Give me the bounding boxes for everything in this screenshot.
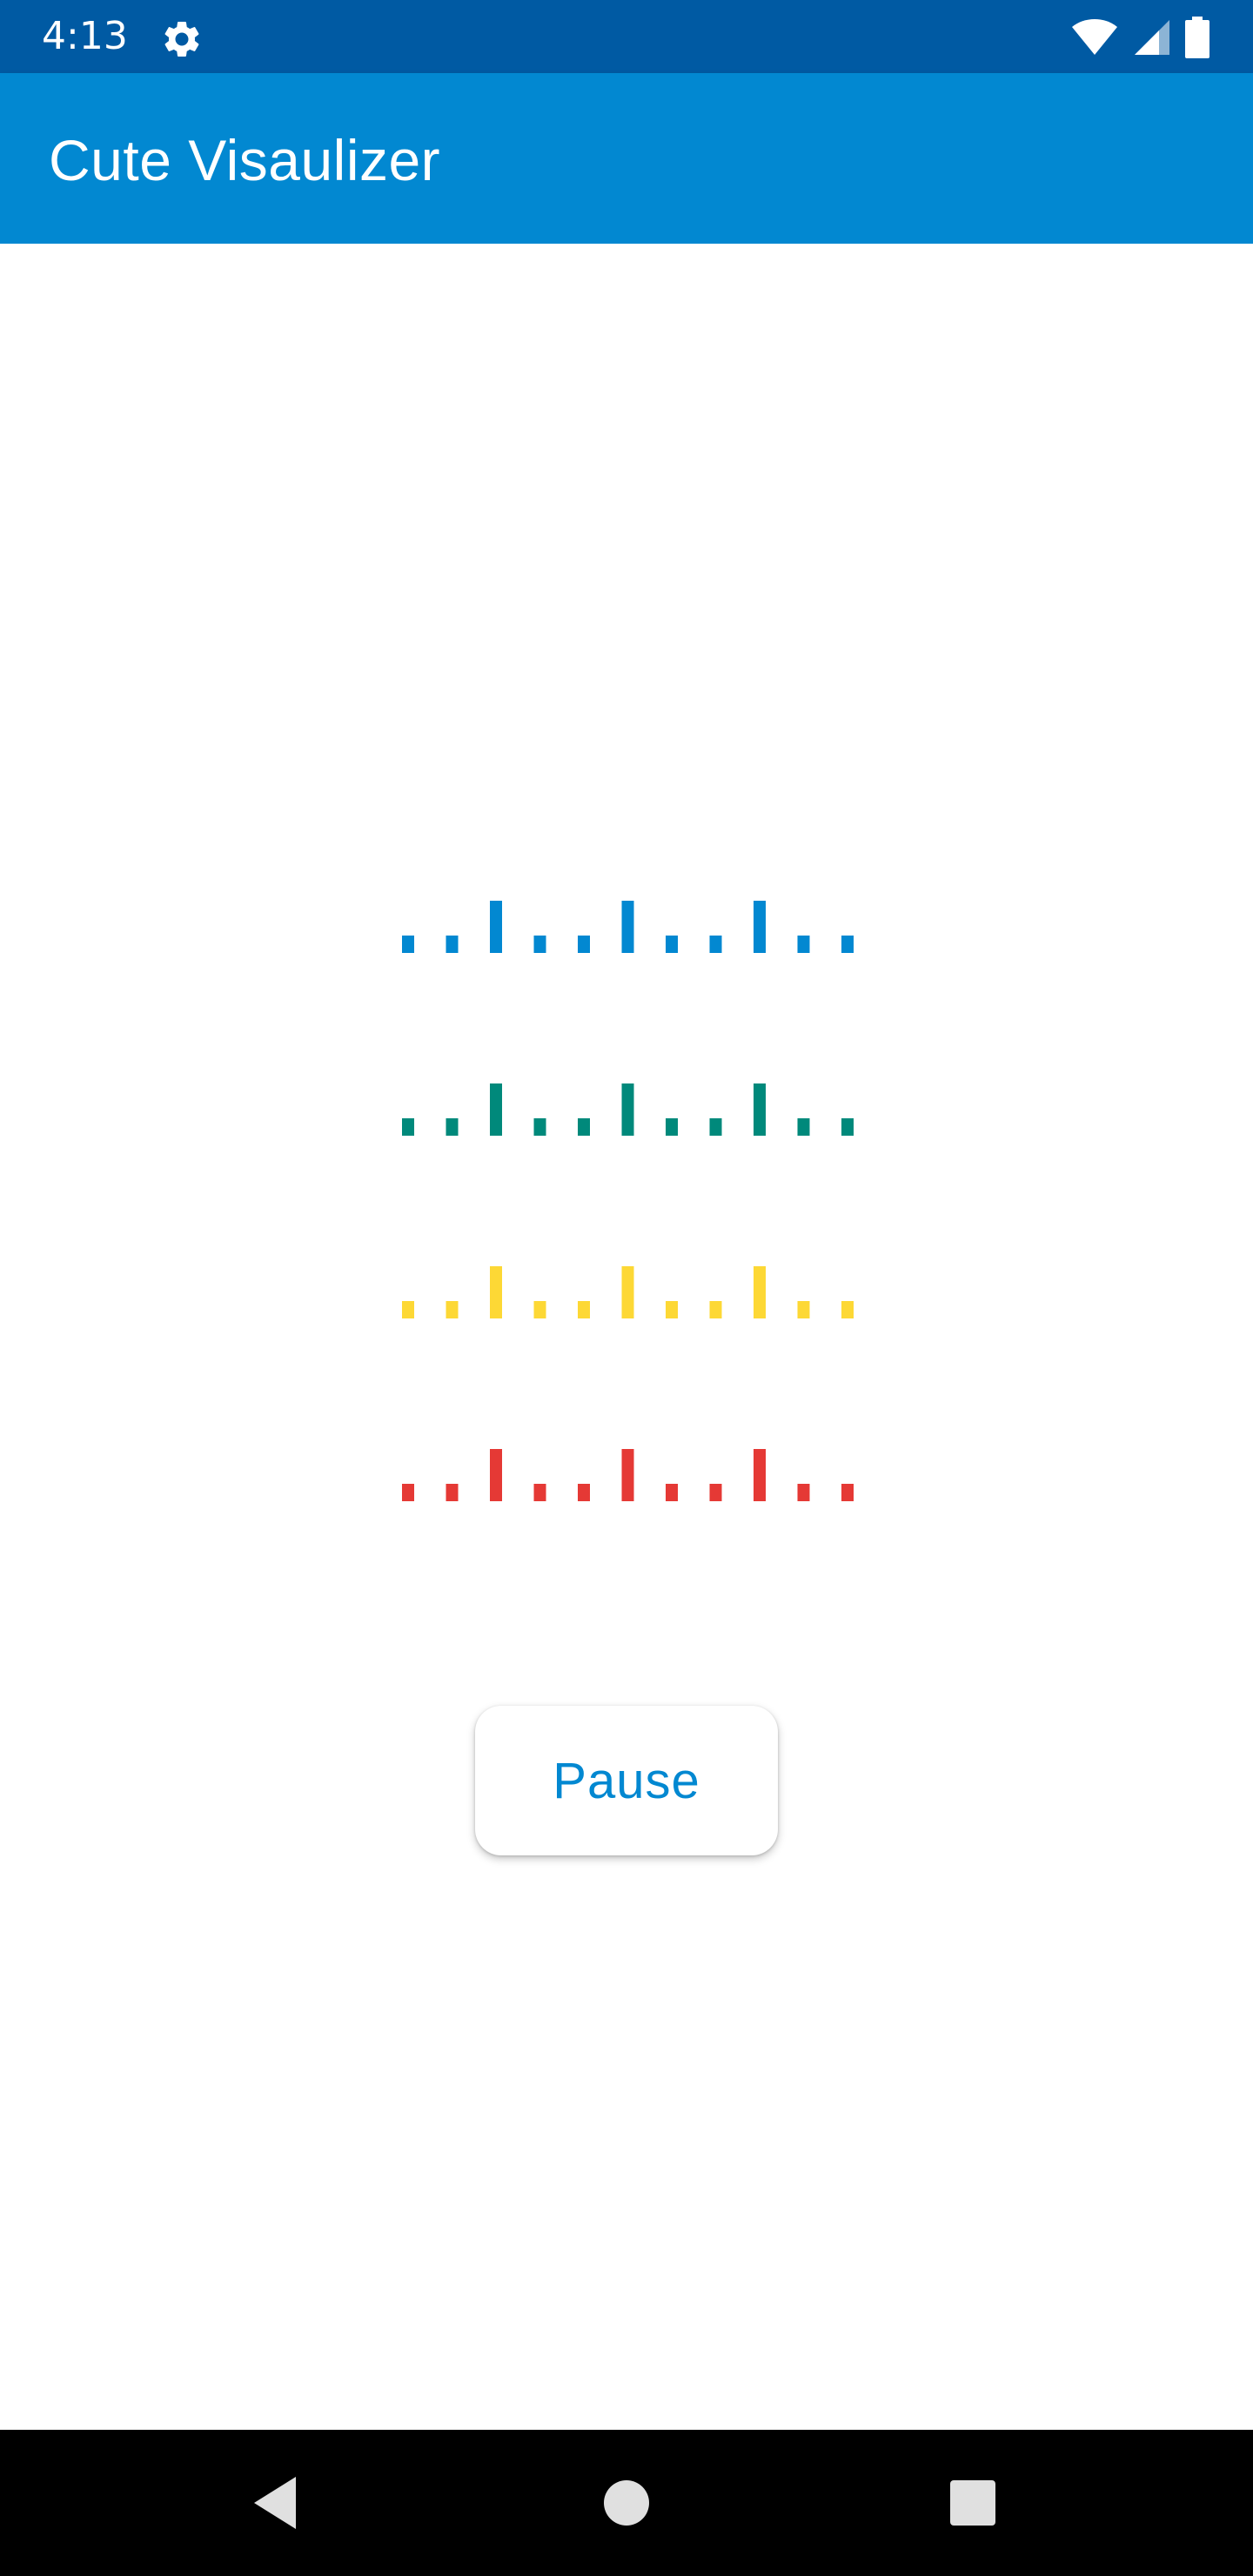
visualizer-bar xyxy=(754,1266,766,1318)
visualizer xyxy=(402,901,854,1501)
visualizer-bar xyxy=(402,1484,414,1501)
main-content: Pause xyxy=(0,244,1253,2430)
status-time: 4:13 xyxy=(42,14,128,58)
visualizer-bar xyxy=(446,1484,459,1501)
visualizer-bar xyxy=(490,1449,502,1501)
visualizer-bar xyxy=(446,936,459,953)
visualizer-bar xyxy=(841,1484,854,1501)
visualizer-bar xyxy=(490,1083,502,1136)
visualizer-bar xyxy=(533,1301,546,1318)
visualizer-bar xyxy=(709,1118,722,1136)
visualizer-bar xyxy=(621,1266,634,1318)
back-icon xyxy=(254,2477,296,2529)
visualizer-bar xyxy=(533,1118,546,1136)
app-bar: Cute Visaulizer xyxy=(0,73,1253,244)
visualizer-bar xyxy=(446,1301,459,1318)
visualizer-bar xyxy=(709,1301,722,1318)
signal-icon xyxy=(1135,20,1169,55)
recents-button[interactable] xyxy=(929,2459,1016,2546)
home-icon xyxy=(604,2480,649,2526)
visualizer-bar xyxy=(490,1266,502,1318)
visualizer-bar xyxy=(841,936,854,953)
visualizer-bar xyxy=(797,1118,810,1136)
visualizer-bar xyxy=(666,1301,678,1318)
visualizer-bar xyxy=(797,1301,810,1318)
visualizer-bar xyxy=(841,1301,854,1318)
visualizer-bar xyxy=(709,1484,722,1501)
visualizer-bar xyxy=(402,1301,414,1318)
visualizer-bar xyxy=(578,1484,590,1501)
gear-icon xyxy=(164,21,199,57)
home-button[interactable] xyxy=(583,2459,670,2546)
visualizer-bar xyxy=(709,936,722,953)
visualizer-bar xyxy=(490,901,502,953)
recents-icon xyxy=(950,2480,995,2526)
visualizer-bar xyxy=(446,1118,459,1136)
visualizer-bar xyxy=(621,1083,634,1136)
visualizer-bar xyxy=(666,1118,678,1136)
visualizer-bar xyxy=(578,936,590,953)
visualizer-bar xyxy=(578,1301,590,1318)
visualizer-bar xyxy=(754,1449,766,1501)
status-bar: 4:13 xyxy=(0,0,1253,73)
visualizer-bar xyxy=(533,1484,546,1501)
visualizer-bar xyxy=(666,1484,678,1501)
battery-icon xyxy=(1185,17,1209,58)
visualizer-bar xyxy=(621,1449,634,1501)
nav-bar xyxy=(0,2430,1253,2576)
visualizer-bar xyxy=(754,901,766,953)
pause-button[interactable]: Pause xyxy=(475,1706,778,1855)
visualizer-bar xyxy=(402,1118,414,1136)
visualizer-bar xyxy=(841,1118,854,1136)
visualizer-bar xyxy=(578,1118,590,1136)
visualizer-bar xyxy=(533,936,546,953)
visualizer-bar xyxy=(797,936,810,953)
visualizer-bar xyxy=(666,936,678,953)
wifi-icon xyxy=(1072,19,1117,55)
visualizer-bar xyxy=(402,936,414,953)
app-title: Cute Visaulizer xyxy=(49,128,441,192)
visualizer-bar xyxy=(754,1083,766,1136)
back-button[interactable] xyxy=(233,2459,320,2546)
visualizer-bar xyxy=(797,1484,810,1501)
visualizer-bar xyxy=(621,901,634,953)
